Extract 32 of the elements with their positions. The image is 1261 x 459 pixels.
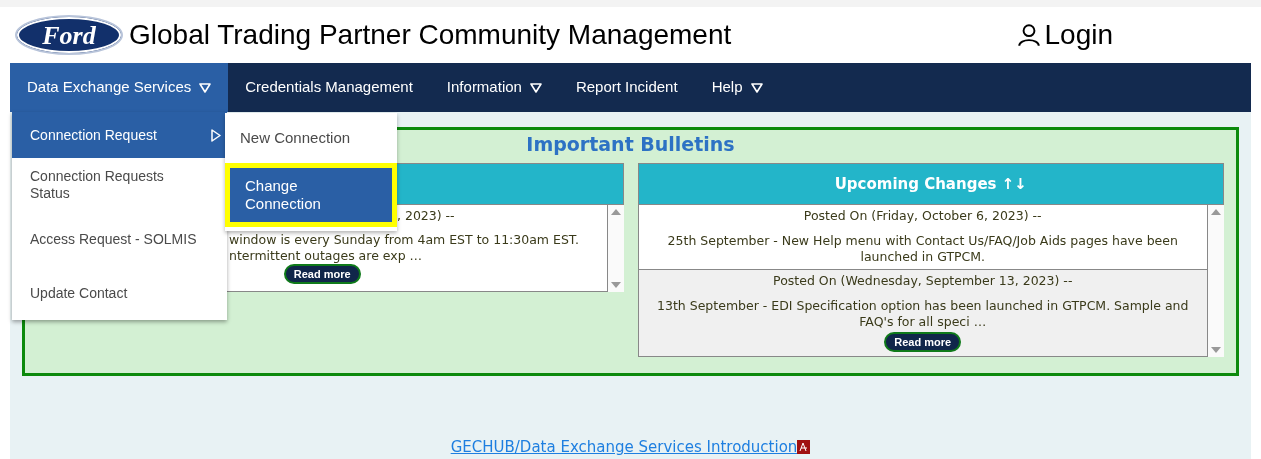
bulletins-title: Important Bulletins: [526, 132, 735, 156]
scrollbar[interactable]: [1208, 205, 1224, 357]
post-body: 13th September - EDI Specification option has been launched in GTPCM. Sample and FAQ's for all speci …: [656, 298, 1190, 330]
site-title: Global Trading Partner Community Management: [129, 18, 732, 52]
scroll-up-icon[interactable]: [610, 209, 621, 215]
pdf-icon: [797, 440, 811, 455]
menu-item[interactable]: Connection Request: [12, 112, 227, 158]
nav-item[interactable]: Help: [694, 63, 780, 112]
menu-item[interactable]: Connection Requests Status: [12, 158, 227, 212]
read-more-button[interactable]: Read more: [283, 264, 361, 284]
menu-item[interactable]: Access Request - SOLMIS: [12, 212, 227, 266]
panel-header: Upcoming Changes ↑↓: [637, 163, 1224, 205]
read-more-button[interactable]: Read more: [884, 332, 962, 352]
nav-item[interactable]: Information: [429, 63, 559, 112]
nav-item[interactable]: Report Incident: [558, 63, 695, 112]
post-body: window is every Sunday from 4am EST to 11:30am EST. ntermittent outages are exp …: [229, 232, 579, 264]
nav-item[interactable]: Credentials Management: [228, 63, 430, 112]
login-link[interactable]: Login: [1016, 14, 1113, 56]
submenu-item[interactable]: Change Connection: [225, 163, 397, 227]
scroll-down-icon[interactable]: [610, 282, 621, 288]
user-icon: [1016, 22, 1043, 48]
menu-item[interactable]: Update Contact: [12, 266, 227, 320]
submenu-item[interactable]: New Connection: [225, 113, 397, 163]
post-date: Posted On (Wednesday, September 13, 2023) --: [773, 273, 1073, 289]
scroll-down-icon[interactable]: [1211, 347, 1221, 353]
nav-item[interactable]: Data Exchange Services: [10, 63, 229, 112]
post-date: Posted On (Friday, October 6, 2023) --: [803, 208, 1042, 224]
post-date: , 2023) --: [397, 208, 455, 224]
post-body: 25th September - New Help menu with Contact Us/FAQ/Job Aids pages have been launched in GTPCM.: [666, 233, 1179, 265]
scroll-up-icon[interactable]: [1211, 209, 1221, 215]
logo: Ford: [15, 15, 123, 55]
intro-link[interactable]: GECHUB/Data Exchange Services Introduction: [450, 436, 798, 459]
